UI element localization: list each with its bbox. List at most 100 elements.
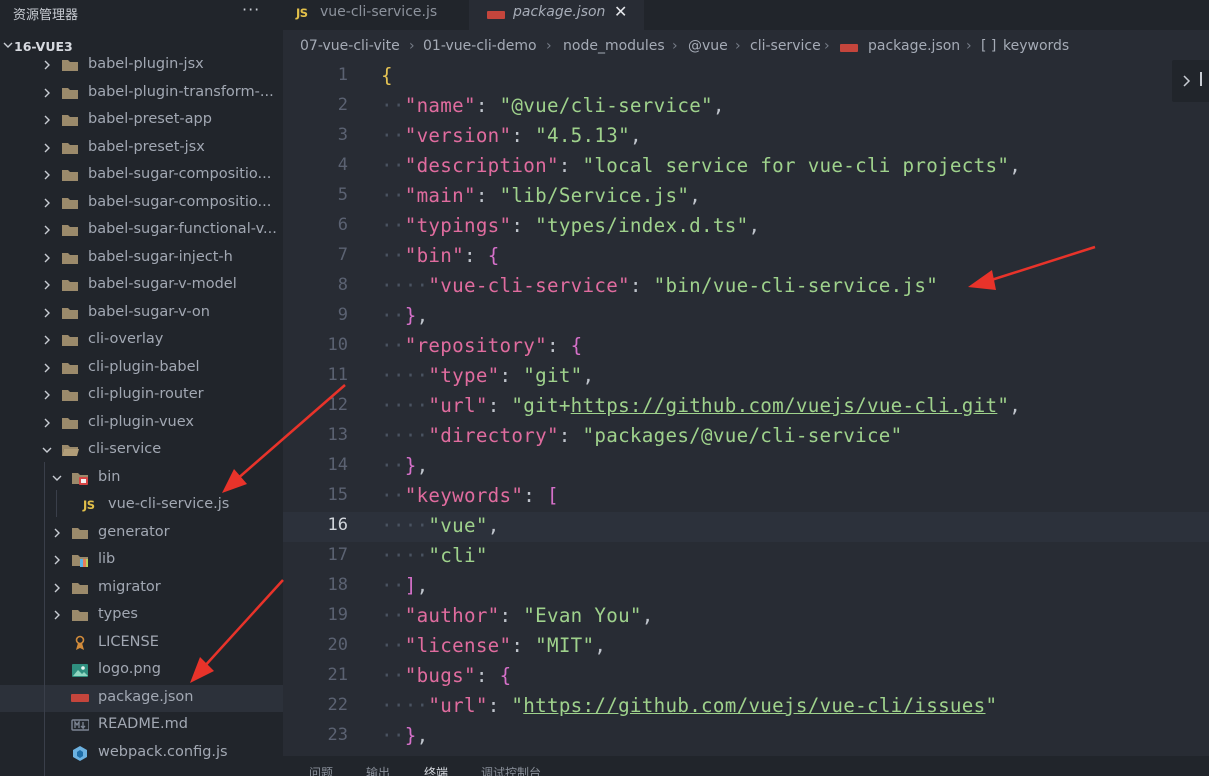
chevron-right-icon[interactable] bbox=[51, 609, 63, 621]
chevron-right-icon[interactable] bbox=[41, 279, 53, 291]
tree-item[interactable]: babel-sugar-v-model bbox=[0, 272, 283, 299]
code-line[interactable]: 10 ··"repository": { bbox=[283, 332, 1209, 362]
close-tab-icon[interactable]: ✕ bbox=[614, 2, 627, 21]
tree-item[interactable]: cli-plugin-vuex bbox=[0, 410, 283, 437]
chevron-right-icon[interactable] bbox=[41, 59, 53, 71]
tree-item[interactable]: cli-overlay bbox=[0, 327, 283, 354]
more-actions-icon[interactable]: ··· bbox=[242, 0, 260, 19]
code-line[interactable]: 22 ····"url": "https://github.com/vuejs/v… bbox=[283, 692, 1209, 722]
code-token: : bbox=[475, 664, 500, 687]
code-line[interactable]: 8 ····"vue-cli-service": "bin/vue-cli-ser… bbox=[283, 272, 1209, 302]
tree-item[interactable]: webpack.config.js bbox=[0, 740, 283, 767]
tree-item[interactable]: babel-sugar-compositio... bbox=[0, 190, 283, 217]
code-line[interactable]: 5 ··"main": "lib/Service.js", bbox=[283, 182, 1209, 212]
tree-item[interactable]: babel-sugar-inject-h bbox=[0, 245, 283, 272]
folder-icon bbox=[61, 222, 79, 238]
whitespace-marker: ·· bbox=[381, 214, 405, 237]
line-number: 17 bbox=[327, 545, 348, 565]
tree-item[interactable]: README.md bbox=[0, 712, 283, 739]
tree-item[interactable]: babel-sugar-compositio... bbox=[0, 162, 283, 189]
panel-tab-output[interactable]: 输出 bbox=[366, 764, 390, 776]
code-line[interactable]: 20 ··"license": "MIT", bbox=[283, 632, 1209, 662]
tree-item[interactable]: babel-plugin-transform-... bbox=[0, 80, 283, 107]
breadcrumb-item[interactable]: @vue bbox=[688, 38, 728, 54]
chevron-right-icon[interactable] bbox=[41, 169, 53, 181]
chevron-down-icon[interactable] bbox=[41, 444, 53, 456]
code-text: ··"description": "local service for vue-… bbox=[381, 154, 1021, 177]
tree-item[interactable]: babel-sugar-v-on bbox=[0, 300, 283, 327]
chevron-right-icon[interactable] bbox=[41, 389, 53, 401]
code-line[interactable]: 21 ··"bugs": { bbox=[283, 662, 1209, 692]
chevron-right-icon[interactable] bbox=[51, 582, 63, 594]
breadcrumb-item[interactable]: cli-service bbox=[750, 38, 821, 54]
breadcrumb-item[interactable]: node_modules bbox=[563, 38, 665, 54]
code-editor[interactable]: 1{2 ··"name": "@vue/cli-service", 3 ··"vers… bbox=[283, 62, 1209, 756]
panel-tab-terminal[interactable]: 终端 bbox=[424, 764, 448, 776]
tree-item[interactable]: babel-preset-app bbox=[0, 107, 283, 134]
tree-item[interactable]: babel-plugin-jsx bbox=[0, 52, 283, 79]
tab-vue-cli-service-js[interactable]: JS vue-cli-service.js bbox=[283, 0, 469, 30]
folder-icon bbox=[61, 140, 79, 156]
breadcrumb-item[interactable]: 01-vue-cli-demo bbox=[423, 38, 537, 54]
chevron-down-icon[interactable] bbox=[51, 472, 63, 484]
chevron-right-icon[interactable] bbox=[41, 87, 53, 99]
chevron-right-icon[interactable] bbox=[51, 527, 63, 539]
chevron-right-icon[interactable] bbox=[41, 197, 53, 209]
chevron-right-icon[interactable] bbox=[41, 362, 53, 374]
chevron-right-icon[interactable] bbox=[41, 252, 53, 264]
code-line[interactable]: 7 ··"bin": { bbox=[283, 242, 1209, 272]
code-token: : bbox=[487, 394, 512, 417]
chevron-right-icon[interactable] bbox=[41, 334, 53, 346]
chevron-right-icon[interactable] bbox=[41, 307, 53, 319]
code-line[interactable]: 14 ··}, bbox=[283, 452, 1209, 482]
breadcrumb-item[interactable]: 07-vue-cli-vite bbox=[300, 38, 400, 54]
code-line[interactable]: 13 ····"directory": "packages/@vue/cli-se… bbox=[283, 422, 1209, 452]
chevron-right-icon[interactable] bbox=[41, 142, 53, 154]
folder-icon bbox=[61, 112, 79, 128]
code-line[interactable]: 9 ··}, bbox=[283, 302, 1209, 332]
tree-item[interactable]: bin bbox=[0, 465, 283, 492]
folder-icon bbox=[71, 580, 89, 596]
tree-item[interactable]: generator bbox=[0, 520, 283, 547]
tab-package-json[interactable]: package.json ✕ bbox=[469, 0, 644, 30]
panel-tab-debug-console[interactable]: 调试控制台 bbox=[481, 764, 541, 776]
code-line[interactable]: 2 ··"name": "@vue/cli-service", bbox=[283, 92, 1209, 122]
line-number: 19 bbox=[327, 605, 348, 625]
code-line[interactable]: 18 ··], bbox=[283, 572, 1209, 602]
tree-item[interactable]: package.json bbox=[0, 684, 283, 712]
code-line[interactable]: 19 ··"author": "Evan You", bbox=[283, 602, 1209, 632]
tree-item[interactable]: JS vue-cli-service.js bbox=[0, 492, 283, 519]
code-line[interactable]: 6 ··"typings": "types/index.d.ts", bbox=[283, 212, 1209, 242]
tree-item[interactable]: cli-plugin-babel bbox=[0, 355, 283, 382]
code-line[interactable]: 4 ··"description": "local service for vue… bbox=[283, 152, 1209, 182]
tree-item[interactable]: babel-sugar-functional-v... bbox=[0, 217, 283, 244]
whitespace-marker: ·· bbox=[381, 154, 405, 177]
tree-item-label: babel-sugar-v-on bbox=[88, 303, 210, 320]
tree-item[interactable]: types bbox=[0, 602, 283, 629]
code-line[interactable]: 16 ····"vue", bbox=[283, 512, 1209, 542]
line-number: 16 bbox=[327, 515, 348, 535]
tree-item[interactable]: babel-preset-jsx bbox=[0, 135, 283, 162]
code-line[interactable]: 12 ····"url": "git+https://github.com/vue… bbox=[283, 392, 1209, 422]
code-line[interactable]: 17 ····"cli" bbox=[283, 542, 1209, 572]
chevron-right-icon[interactable] bbox=[41, 114, 53, 126]
outline-toggle-button[interactable] bbox=[1172, 60, 1209, 102]
tree-item[interactable]: lib bbox=[0, 547, 283, 574]
chevron-right-icon[interactable] bbox=[41, 224, 53, 236]
code-line[interactable]: 23 ··}, bbox=[283, 722, 1209, 752]
code-line[interactable]: 1{ bbox=[283, 62, 1209, 92]
code-line[interactable]: 15 ··"keywords": [ bbox=[283, 482, 1209, 512]
chevron-right-icon[interactable] bbox=[51, 554, 63, 566]
code-line[interactable]: 3 ··"version": "4.5.13", bbox=[283, 122, 1209, 152]
tree-item[interactable]: LICENSE bbox=[0, 630, 283, 657]
panel-tab-problems[interactable]: 问题 bbox=[309, 764, 333, 776]
tree-item[interactable]: cli-service bbox=[0, 437, 283, 464]
code-line[interactable]: 11 ····"type": "git", bbox=[283, 362, 1209, 392]
breadcrumb-item[interactable]: keywords bbox=[1003, 38, 1069, 54]
tree-item[interactable]: logo.png bbox=[0, 657, 283, 684]
tree-item[interactable]: migrator bbox=[0, 575, 283, 602]
code-token: : bbox=[463, 244, 488, 267]
breadcrumb-item[interactable]: package.json bbox=[868, 38, 960, 54]
chevron-right-icon[interactable] bbox=[41, 417, 53, 429]
tree-item[interactable]: cli-plugin-router bbox=[0, 382, 283, 409]
